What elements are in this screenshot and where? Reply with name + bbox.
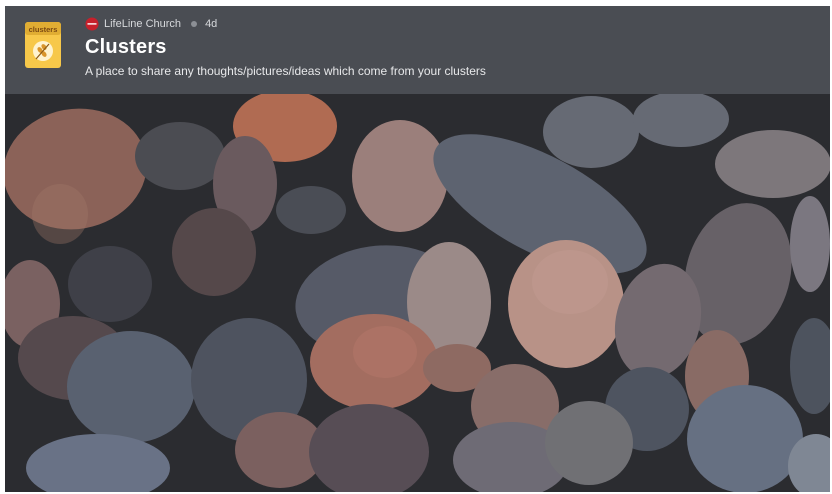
svg-text:clusters: clusters xyxy=(29,25,58,34)
group-title[interactable]: Clusters xyxy=(85,36,167,59)
group-card[interactable]: clusters LifeLine Church 4d Clusters A p… xyxy=(5,6,830,492)
dot-separator-icon xyxy=(191,21,198,27)
group-header: clusters LifeLine Church 4d Clusters A p… xyxy=(5,6,830,94)
organization-name[interactable]: LifeLine Church xyxy=(104,18,181,30)
post-age: 4d xyxy=(205,18,218,30)
clusters-app-icon[interactable]: clusters xyxy=(23,20,63,70)
church-logo-icon[interactable] xyxy=(85,17,99,31)
post-meta: LifeLine Church 4d xyxy=(85,17,217,31)
group-description: A place to share any thoughts/pictures/i… xyxy=(85,64,486,78)
cover-image xyxy=(5,94,830,492)
